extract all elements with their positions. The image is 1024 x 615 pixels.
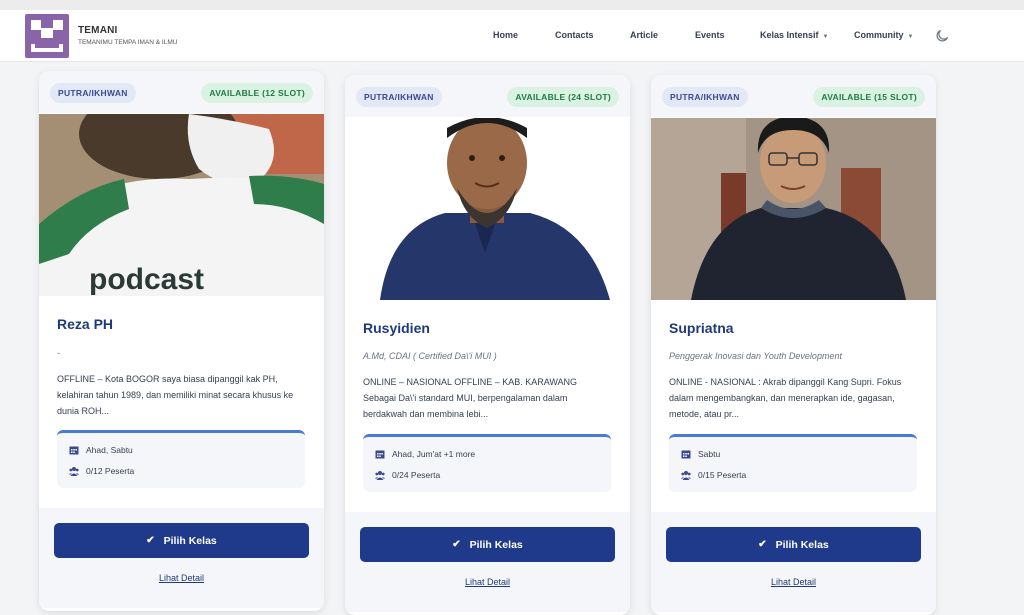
category-badge: PUTRA/IKHWAN bbox=[356, 87, 442, 107]
mentor-title: A.Md, CDAI ( Certified Da\'i MUI ) bbox=[363, 351, 497, 361]
availability-badge: AVAILABLE (15 SLOT) bbox=[813, 87, 925, 107]
schedule-days-text: Ahad, Sabtu bbox=[86, 445, 133, 455]
main-nav: Home Contacts Article Events Kelas Inten… bbox=[0, 10, 1024, 62]
lihat-detail-link[interactable]: Lihat Detail bbox=[345, 577, 630, 587]
card-footer: ✔ Pilih Kelas Lihat Detail bbox=[345, 512, 630, 612]
calendar-icon bbox=[681, 450, 691, 459]
mentor-title: Penggerak Inovasi dan Youth Development bbox=[669, 351, 842, 361]
pilih-kelas-button[interactable]: ✔ Pilih Kelas bbox=[54, 523, 309, 558]
mentor-card: PUTRA/IKHWAN AVAILABLE (24 SLOT) Rusyidi… bbox=[345, 75, 630, 615]
card-footer: ✔ Pilih Kelas Lihat Detail bbox=[39, 508, 324, 608]
participant-count-text: 0/15 Peserta bbox=[698, 470, 747, 480]
mentor-photo: podcast bbox=[39, 114, 324, 296]
schedule-box: Ahad, Sabtu 0/12 Peserta bbox=[57, 430, 305, 488]
mentor-name[interactable]: Rusyidien bbox=[363, 320, 430, 336]
mentor-description: ONLINE – NASIONAL OFFLINE – KAB. KARAWAN… bbox=[363, 377, 578, 419]
pilih-kelas-label: Pilih Kelas bbox=[163, 534, 217, 547]
nav-events[interactable]: Events bbox=[695, 30, 725, 40]
site-header: TEMANI TEMANIMU TEMPA IMAN & ILMU Home C… bbox=[0, 10, 1024, 62]
users-icon bbox=[681, 471, 691, 480]
nav-article[interactable]: Article bbox=[630, 30, 658, 40]
check-icon: ✔ bbox=[758, 539, 767, 550]
category-badge: PUTRA/IKHWAN bbox=[50, 83, 136, 103]
mentor-card: PUTRA/IKHWAN AVAILABLE (12 SLOT) podcast… bbox=[39, 71, 324, 611]
chevron-down-icon: ▼ bbox=[822, 34, 829, 40]
availability-badge: AVAILABLE (24 SLOT) bbox=[507, 87, 619, 107]
schedule-days-text: Ahad, Jum'at +1 more bbox=[392, 449, 476, 459]
schedule-days: Ahad, Jum'at +1 more bbox=[375, 449, 475, 459]
check-icon: ✔ bbox=[146, 535, 155, 546]
participant-count-text: 0/12 Peserta bbox=[86, 466, 135, 476]
mentor-photo-image bbox=[651, 118, 936, 300]
mentor-card: PUTRA/IKHWAN AVAILABLE (15 SLOT) Supriat… bbox=[651, 75, 936, 615]
category-badge: PUTRA/IKHWAN bbox=[662, 87, 748, 107]
pilih-kelas-label: Pilih Kelas bbox=[775, 538, 829, 551]
card-footer: ✔ Pilih Kelas Lihat Detail bbox=[651, 512, 936, 612]
lihat-detail-link[interactable]: Lihat Detail bbox=[651, 577, 936, 587]
top-border bbox=[0, 0, 1024, 10]
mentor-description: ONLINE - NASIONAL : Akrab dipanggil Kang… bbox=[669, 377, 902, 419]
card-header: PUTRA/IKHWAN AVAILABLE (15 SLOT) bbox=[651, 75, 936, 117]
users-icon bbox=[69, 467, 79, 476]
card-header: PUTRA/IKHWAN AVAILABLE (24 SLOT) bbox=[345, 75, 630, 117]
shirt-print: podcast bbox=[89, 263, 204, 296]
calendar-icon bbox=[375, 450, 385, 459]
participant-count-text: 0/24 Peserta bbox=[392, 470, 441, 480]
nav-community[interactable]: Community ▼ bbox=[854, 30, 913, 40]
card-header: PUTRA/IKHWAN AVAILABLE (12 SLOT) bbox=[39, 71, 324, 113]
schedule-days: Ahad, Sabtu bbox=[69, 445, 133, 455]
pilih-kelas-button[interactable]: ✔ Pilih Kelas bbox=[360, 527, 615, 562]
nav-community-label: Community bbox=[854, 30, 904, 40]
schedule-days: Sabtu bbox=[681, 449, 720, 459]
mentor-photo bbox=[651, 118, 936, 300]
chevron-down-icon: ▼ bbox=[907, 34, 914, 40]
nav-contacts[interactable]: Contacts bbox=[555, 30, 594, 40]
nav-kelas-label: Kelas Intensif bbox=[760, 30, 819, 40]
users-icon bbox=[375, 471, 385, 480]
pilih-kelas-button[interactable]: ✔ Pilih Kelas bbox=[666, 527, 921, 562]
pilih-kelas-label: Pilih Kelas bbox=[469, 538, 523, 551]
participant-count: 0/15 Peserta bbox=[681, 470, 746, 480]
nav-kelas-intensif[interactable]: Kelas Intensif ▼ bbox=[760, 30, 828, 40]
lihat-detail-link[interactable]: Lihat Detail bbox=[39, 573, 324, 583]
mentor-name[interactable]: Reza PH bbox=[57, 316, 113, 332]
moon-icon[interactable] bbox=[934, 28, 950, 44]
mentor-photo bbox=[345, 118, 630, 300]
mentor-name[interactable]: Supriatna bbox=[669, 320, 734, 336]
mentor-description: OFFLINE – Kota BOGOR saya biasa dipanggi… bbox=[57, 374, 294, 416]
mentor-photo-image: podcast bbox=[39, 114, 324, 296]
mentor-photo-image bbox=[345, 118, 630, 300]
participant-count: 0/12 Peserta bbox=[69, 466, 134, 476]
schedule-box: Sabtu 0/15 Peserta bbox=[669, 434, 917, 492]
nav-home[interactable]: Home bbox=[493, 30, 518, 40]
availability-badge: AVAILABLE (12 SLOT) bbox=[201, 83, 313, 103]
mentor-title: - bbox=[57, 348, 60, 358]
calendar-icon bbox=[69, 446, 79, 455]
participant-count: 0/24 Peserta bbox=[375, 470, 440, 480]
check-icon: ✔ bbox=[452, 539, 461, 550]
schedule-days-text: Sabtu bbox=[698, 449, 721, 459]
schedule-box: Ahad, Jum'at +1 more 0/24 Peserta bbox=[363, 434, 611, 492]
